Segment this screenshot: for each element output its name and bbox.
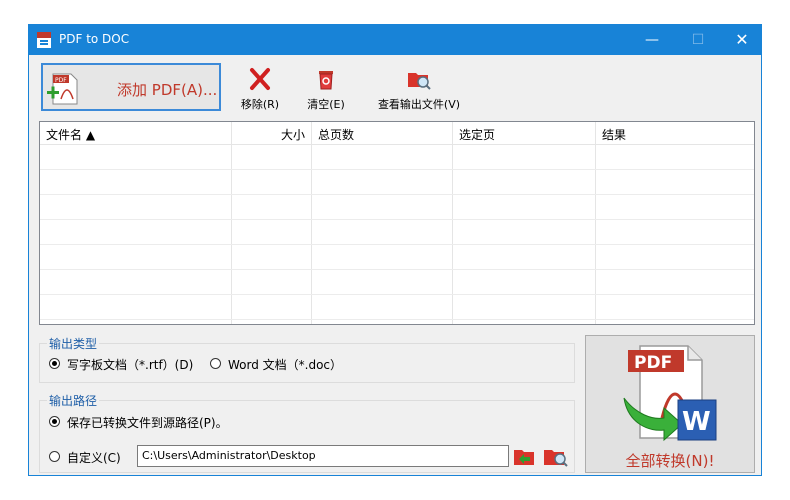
column-header-total-pages[interactable]: 总页数 xyxy=(318,126,354,143)
remove-x-icon xyxy=(250,68,270,90)
app-icon xyxy=(37,32,51,48)
maximize-button[interactable]: ☐ xyxy=(675,25,721,55)
add-pdf-icon: PDF xyxy=(47,73,78,105)
radio-source-path[interactable] xyxy=(49,416,60,427)
custom-path-input[interactable]: C:\Users\Administrator\Desktop xyxy=(137,445,509,467)
radio-rtf[interactable] xyxy=(49,358,60,369)
add-pdf-label: 添加 PDF(A)... xyxy=(117,81,218,99)
row-divider xyxy=(40,194,754,195)
column-header-size[interactable]: 大小 xyxy=(281,126,305,143)
view-output-button[interactable]: 查看输出文件(V) xyxy=(369,67,469,112)
browse-folder-icon[interactable] xyxy=(513,445,537,467)
row-divider xyxy=(40,169,754,170)
svg-text:W: W xyxy=(682,407,711,437)
remove-label: 移除(R) xyxy=(240,98,280,111)
row-divider xyxy=(40,269,754,270)
close-button[interactable]: ✕ xyxy=(719,25,765,55)
recycle-bin-icon xyxy=(319,71,333,90)
column-header-filename[interactable]: 文件名 ▲ xyxy=(46,126,95,143)
row-divider xyxy=(40,219,754,220)
remove-button[interactable]: 移除(R) xyxy=(237,67,283,112)
clear-button[interactable]: 清空(E) xyxy=(303,67,349,112)
radio-source-path-label[interactable]: 保存已转换文件到源路径(P)。 xyxy=(67,414,228,431)
output-path-label: 输出路径 xyxy=(47,392,100,409)
radio-doc-label[interactable]: Word 文档（*.doc） xyxy=(228,356,342,373)
radio-doc[interactable] xyxy=(210,358,221,369)
view-output-label: 查看输出文件(V) xyxy=(377,98,461,111)
radio-rtf-label[interactable]: 写字板文档（*.rtf）(D) xyxy=(67,356,193,373)
row-divider xyxy=(40,294,754,295)
app-window: PDF to DOC — ☐ ✕ PDF 添加 PDF(A)... 移除(R) … xyxy=(28,24,762,476)
output-type-label: 输出类型 xyxy=(47,335,100,352)
pdf-to-word-icon: PDF W xyxy=(623,345,717,442)
row-divider xyxy=(40,319,754,320)
column-header-result[interactable]: 结果 xyxy=(602,126,626,143)
file-list[interactable]: 文件名 ▲ 大小 总页数 选定页 结果 xyxy=(39,121,755,325)
folder-search-icon xyxy=(408,73,431,90)
svg-text:PDF: PDF xyxy=(634,353,672,373)
add-pdf-button[interactable]: PDF 添加 PDF(A)... xyxy=(41,63,221,111)
minimize-button[interactable]: — xyxy=(629,25,675,55)
title-bar[interactable]: PDF to DOC — ☐ ✕ xyxy=(29,25,761,55)
row-divider xyxy=(40,244,754,245)
convert-all-label: 全部转换(N)! xyxy=(625,452,715,470)
window-title: PDF to DOC xyxy=(59,32,130,46)
convert-all-button[interactable]: PDF W 全部转换(N)! xyxy=(585,335,755,473)
column-header-selected-pages[interactable]: 选定页 xyxy=(459,126,495,143)
open-folder-search-icon[interactable] xyxy=(543,445,569,467)
radio-custom-path-label[interactable]: 自定义(C) xyxy=(67,449,121,466)
clear-label: 清空(E) xyxy=(307,98,345,111)
svg-text:PDF: PDF xyxy=(55,77,67,84)
radio-custom-path[interactable] xyxy=(49,451,60,462)
